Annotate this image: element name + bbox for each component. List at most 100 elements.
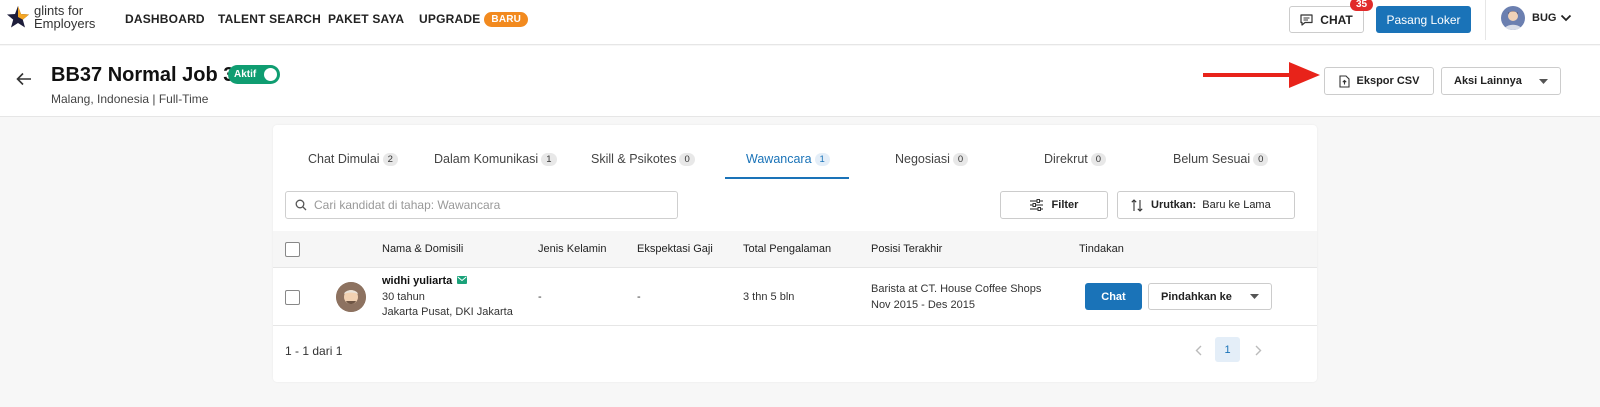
sort-arrows-icon [1131, 198, 1143, 212]
more-actions-dropdown[interactable]: Aksi Lainnya [1441, 67, 1561, 95]
nav-talent-search[interactable]: TALENT SEARCH [218, 12, 321, 26]
prev-page-button[interactable] [1188, 339, 1208, 361]
chat-label: CHAT [1320, 12, 1353, 27]
star-logo-icon [7, 6, 29, 28]
candidate-location: Jakarta Pusat, DKI Jakarta [382, 306, 513, 318]
caret-down-icon [1539, 78, 1548, 84]
nav-upgrade-label: UPGRADE [419, 12, 481, 26]
move-stage-label: Pindahkan ke [1161, 290, 1232, 303]
email-verified-icon [457, 276, 468, 284]
stage-tabs: Chat Dimulai 2 Dalam Komunikasi 1 Skill & … [273, 125, 1317, 179]
tab-label: Negosiasi [895, 152, 950, 166]
row-checkbox[interactable] [285, 290, 300, 305]
job-status-toggle[interactable]: Aktif [228, 65, 280, 84]
candidate-last-position: Barista at CT. House Coffee Shops Nov 20… [871, 282, 1041, 313]
glints-logo[interactable]: glints for Employers [6, 4, 95, 30]
table-header: Nama & Domisili Jenis Kelamin Ekspektasi… [273, 231, 1317, 268]
tab-count: 2 [382, 153, 398, 166]
sort-value: Baru ke Lama [1202, 199, 1271, 211]
tab-label: Skill & Psikotes [591, 152, 677, 166]
sliders-icon [1029, 199, 1043, 211]
active-tab-indicator [725, 177, 849, 179]
job-title: BB37 Normal Job 3 [51, 64, 235, 86]
export-csv-button[interactable]: Ekspor CSV [1324, 67, 1434, 95]
user-menu[interactable]: BUG [1501, 6, 1572, 30]
position-period: Nov 2015 - Des 2015 [871, 298, 975, 311]
nav-dashboard[interactable]: DASHBOARD [125, 12, 205, 26]
tab-label: Direkrut [1044, 152, 1088, 166]
candidates-card: Chat Dimulai 2 Dalam Komunikasi 1 Skill & … [273, 125, 1317, 382]
sort-dropdown[interactable]: Urutkan: Baru ke Lama [1117, 191, 1295, 219]
next-page-button[interactable] [1248, 339, 1268, 361]
tab-skill-psikotes[interactable]: Skill & Psikotes 0 [591, 152, 695, 166]
candidate-gender: - [538, 291, 542, 303]
candidate-info: widhi yuliarta 30 tahun Jakarta Pusat, D… [382, 274, 513, 321]
tab-label: Wawancara [746, 152, 812, 166]
tab-dalam-komunikasi[interactable]: Dalam Komunikasi 1 [434, 152, 557, 166]
tab-chat-dimulai[interactable]: Chat Dimulai 2 [308, 152, 398, 166]
header-actions: Tindakan [1079, 243, 1124, 255]
nav-paket-saya[interactable]: PAKET SAYA [328, 12, 404, 26]
chevron-right-icon [1255, 345, 1261, 355]
header-salary: Ekspektasi Gaji [637, 243, 713, 255]
job-header: BB37 Normal Job 3 Aktif Malang, Indonesi… [0, 46, 1600, 117]
candidate-avatar[interactable] [336, 282, 366, 312]
job-status-label: Aktif [234, 69, 257, 80]
tab-label: Dalam Komunikasi [434, 152, 539, 166]
candidate-chat-button[interactable]: Chat [1085, 283, 1142, 310]
user-avatar-icon [1504, 11, 1522, 30]
filter-label: Filter [1051, 199, 1079, 211]
select-all-checkbox[interactable] [285, 242, 300, 257]
candidate-experience: 3 thn 5 bln [743, 291, 795, 303]
header-name: Nama & Domisili [382, 243, 464, 255]
candidate-avatar-icon [336, 282, 366, 312]
tab-label: Belum Sesuai [1173, 152, 1251, 166]
search-input[interactable] [314, 198, 664, 212]
header-experience: Total Pengalaman [743, 243, 832, 255]
candidate-search[interactable] [285, 191, 678, 219]
chat-bubble-icon [1300, 13, 1313, 26]
nav-divider [1485, 0, 1486, 40]
tab-count: 0 [679, 153, 695, 166]
search-icon [295, 199, 307, 211]
chevron-down-icon [1561, 14, 1572, 22]
user-avatar [1501, 6, 1525, 30]
new-badge: BARU [484, 12, 529, 27]
position-title: Barista at CT. House Coffee Shops [871, 283, 1042, 295]
tab-label: Chat Dimulai [308, 152, 380, 166]
file-export-icon [1338, 74, 1350, 88]
move-stage-dropdown[interactable]: Pindahkan ke [1148, 283, 1272, 310]
candidate-age: 30 tahun [382, 290, 425, 303]
pagination-summary: 1 - 1 dari 1 [285, 344, 343, 358]
nav-upgrade[interactable]: UPGRADE BARU [419, 12, 529, 27]
page-number-current[interactable]: 1 [1215, 337, 1240, 362]
more-actions-label: Aksi Lainnya [1454, 75, 1522, 87]
chevron-left-icon [1195, 345, 1201, 355]
tab-negosiasi[interactable]: Negosiasi 0 [895, 152, 969, 166]
candidate-name[interactable]: widhi yuliarta [382, 275, 452, 287]
job-subtitle: Malang, Indonesia | Full-Time [51, 92, 209, 106]
top-navigation: glints for Employers DASHBOARD TALENT SE… [0, 0, 1600, 45]
tab-belum-sesuai[interactable]: Belum Sesuai 0 [1173, 152, 1269, 166]
brand-text: glints for Employers [34, 4, 95, 30]
post-job-button[interactable]: Pasang Loker [1376, 6, 1471, 33]
caret-down-icon [1250, 294, 1259, 299]
red-arrow-annotation-icon [1203, 62, 1320, 88]
tab-count: 1 [541, 153, 557, 166]
header-gender: Jenis Kelamin [538, 243, 607, 255]
export-csv-label: Ekspor CSV [1356, 75, 1420, 87]
back-arrow-icon[interactable] [16, 72, 32, 86]
toggle-knob [264, 68, 277, 81]
user-name: BUG [1532, 12, 1557, 24]
filter-button[interactable]: Filter [1000, 191, 1108, 219]
tab-wawancara[interactable]: Wawancara 1 [746, 152, 830, 166]
tab-count: 1 [814, 153, 830, 166]
chat-unread-badge: 35 [1350, 0, 1374, 11]
tab-count: 0 [952, 153, 969, 166]
header-last-position: Posisi Terakhir [871, 243, 943, 255]
candidate-salary: - [637, 291, 641, 303]
sort-label: Urutkan: [1151, 199, 1197, 211]
tab-count: 0 [1253, 153, 1269, 166]
tab-direkrut[interactable]: Direkrut 0 [1044, 152, 1107, 166]
brand-line-2: Employers [34, 16, 96, 31]
